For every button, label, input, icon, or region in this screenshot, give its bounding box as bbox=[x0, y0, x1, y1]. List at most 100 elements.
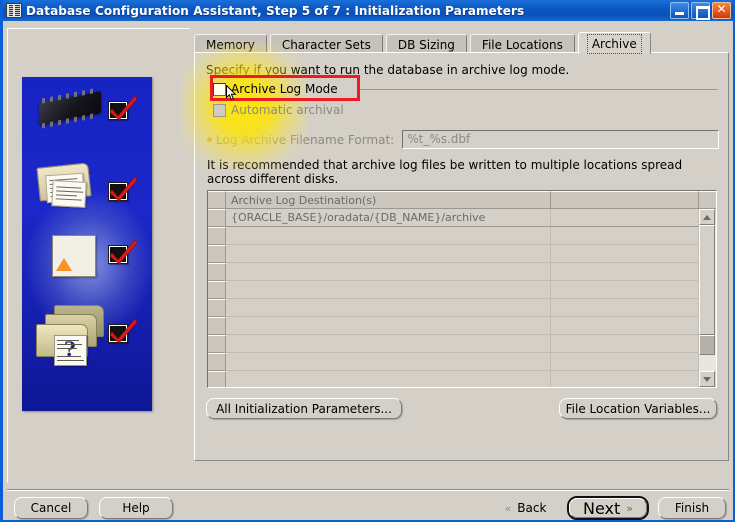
specify-archive-text: Specify if you want to run the database … bbox=[206, 63, 570, 77]
row-header[interactable] bbox=[208, 245, 226, 263]
table-row[interactable] bbox=[226, 281, 699, 299]
maximize-button[interactable] bbox=[691, 2, 710, 20]
tab-file-locations[interactable]: File Locations bbox=[469, 34, 575, 54]
cell-blank[interactable] bbox=[551, 299, 699, 317]
cancel-button[interactable]: Cancel bbox=[14, 497, 88, 519]
chevron-left-icon: « bbox=[504, 501, 512, 515]
archive-log-mode-label: Archive Log Mode bbox=[231, 82, 338, 96]
tab-memory[interactable]: Memory bbox=[194, 34, 267, 54]
cell-blank[interactable] bbox=[551, 317, 699, 335]
window-body: ? Memory Character Sets DB Sizing File L… bbox=[3, 21, 733, 520]
row-header[interactable] bbox=[208, 317, 226, 335]
tab-db-sizing[interactable]: DB Sizing bbox=[385, 34, 467, 54]
table-row[interactable] bbox=[226, 371, 699, 387]
cell-destination[interactable] bbox=[226, 227, 551, 245]
shapes-tile-icon bbox=[52, 235, 96, 277]
cell-blank[interactable] bbox=[551, 227, 699, 245]
log-archive-filename-format-input[interactable]: %t_%s.dbf bbox=[402, 130, 719, 149]
cell-destination[interactable] bbox=[226, 317, 551, 335]
next-button[interactable]: Next » bbox=[567, 496, 649, 520]
cell-destination[interactable] bbox=[226, 371, 551, 387]
row-header[interactable] bbox=[208, 209, 226, 227]
row-header[interactable] bbox=[208, 281, 226, 299]
red-check-icon-2 bbox=[108, 176, 138, 202]
file-location-variables-label: File Location Variables... bbox=[565, 401, 711, 416]
scroll-up-button[interactable] bbox=[699, 209, 715, 225]
cell-blank[interactable] bbox=[551, 353, 699, 371]
table-row[interactable] bbox=[226, 353, 699, 371]
help-button[interactable]: Help bbox=[99, 497, 173, 519]
cell-destination[interactable] bbox=[226, 263, 551, 281]
table-vertical-scrollbar[interactable] bbox=[699, 191, 716, 387]
cell-destination[interactable]: {ORACLE_BASE}/oradata/{DB_NAME}/archive bbox=[226, 209, 551, 227]
title-bar: Database Configuration Assistant, Step 5… bbox=[3, 0, 733, 21]
automatic-archival-row: Automatic archival bbox=[213, 103, 344, 117]
tab-character-sets-label: Character Sets bbox=[281, 37, 371, 52]
dbca-window: Database Configuration Assistant, Step 5… bbox=[0, 0, 735, 522]
automatic-archival-checkbox bbox=[213, 103, 226, 117]
content-panel: Memory Character Sets DB Sizing File Loc… bbox=[181, 28, 729, 483]
dbca-splash-graphic: ? bbox=[22, 77, 152, 411]
scroll-down-button[interactable] bbox=[699, 371, 715, 387]
chevron-right-icon: » bbox=[626, 501, 633, 515]
cell-blank[interactable] bbox=[551, 263, 699, 281]
column-header-blank[interactable] bbox=[551, 191, 699, 209]
tab-archive[interactable]: Archive bbox=[577, 32, 651, 54]
table-row[interactable]: {ORACLE_BASE}/oradata/{DB_NAME}/archive bbox=[226, 209, 699, 227]
table-row[interactable] bbox=[226, 335, 699, 353]
cell-blank[interactable] bbox=[551, 371, 699, 387]
row-header[interactable] bbox=[208, 299, 226, 317]
cell-destination[interactable] bbox=[226, 245, 551, 263]
back-button[interactable]: « Back bbox=[488, 497, 563, 519]
footer-bar: Cancel Help « Back Next » Finish bbox=[3, 493, 733, 520]
cell-destination[interactable] bbox=[226, 353, 551, 371]
cell-blank[interactable] bbox=[551, 281, 699, 299]
archive-log-mode-row[interactable]: Archive Log Mode bbox=[213, 82, 338, 96]
close-button[interactable] bbox=[712, 2, 731, 19]
archive-log-mode-checkbox[interactable] bbox=[213, 82, 226, 96]
documents-icon bbox=[36, 162, 98, 213]
tab-db-sizing-label: DB Sizing bbox=[397, 37, 455, 52]
row-header[interactable] bbox=[208, 371, 226, 387]
check-mark-glyph bbox=[109, 239, 138, 265]
scrollbar-thumb-lower[interactable] bbox=[699, 335, 715, 355]
cell-destination[interactable] bbox=[226, 281, 551, 299]
table-row[interactable] bbox=[226, 227, 699, 245]
red-check-icon-4 bbox=[108, 318, 138, 344]
row-header[interactable] bbox=[208, 263, 226, 281]
cell-blank[interactable] bbox=[551, 209, 699, 227]
all-initialization-parameters-label: All Initialization Parameters... bbox=[216, 401, 392, 416]
table-row[interactable] bbox=[226, 245, 699, 263]
finish-label: Finish bbox=[674, 501, 710, 515]
file-location-variables-button[interactable]: File Location Variables... bbox=[559, 398, 717, 419]
sidebar-panel: ? bbox=[7, 28, 190, 483]
log-archive-filename-format-row: Log Archive Filename Format: %t_%s.dbf bbox=[207, 130, 719, 149]
tab-archive-label: Archive bbox=[586, 33, 642, 54]
row-header[interactable] bbox=[208, 335, 226, 353]
cell-destination[interactable] bbox=[226, 335, 551, 353]
row-header[interactable] bbox=[208, 353, 226, 371]
minimize-button[interactable] bbox=[670, 2, 689, 19]
automatic-archival-label: Automatic archival bbox=[231, 103, 344, 117]
scrollbar-thumb[interactable] bbox=[699, 225, 715, 335]
table-row[interactable] bbox=[226, 263, 699, 281]
column-header-archive-log-destinations[interactable]: Archive Log Destination(s) bbox=[226, 191, 551, 209]
finish-button[interactable]: Finish bbox=[658, 497, 726, 519]
table-row[interactable] bbox=[226, 317, 699, 335]
row-header[interactable] bbox=[208, 227, 226, 245]
check-mark-glyph bbox=[109, 176, 138, 202]
cell-destination[interactable] bbox=[226, 299, 551, 317]
tab-character-sets[interactable]: Character Sets bbox=[269, 34, 383, 54]
all-initialization-parameters-button[interactable]: All Initialization Parameters... bbox=[206, 398, 402, 419]
cell-blank[interactable] bbox=[551, 335, 699, 353]
scrollbar-track[interactable] bbox=[699, 225, 716, 371]
chip-icon bbox=[39, 90, 101, 126]
tab-file-locations-label: File Locations bbox=[481, 37, 563, 52]
archive-log-destinations-table[interactable]: Archive Log Destination(s) {ORACLE_BASE}… bbox=[207, 190, 717, 388]
database-icon bbox=[6, 3, 22, 18]
table-row[interactable] bbox=[226, 299, 699, 317]
footer-separator bbox=[7, 489, 729, 491]
cell-blank[interactable] bbox=[551, 245, 699, 263]
check-mark-glyph bbox=[109, 95, 138, 121]
table-main: Archive Log Destination(s) {ORACLE_BASE}… bbox=[226, 191, 699, 387]
